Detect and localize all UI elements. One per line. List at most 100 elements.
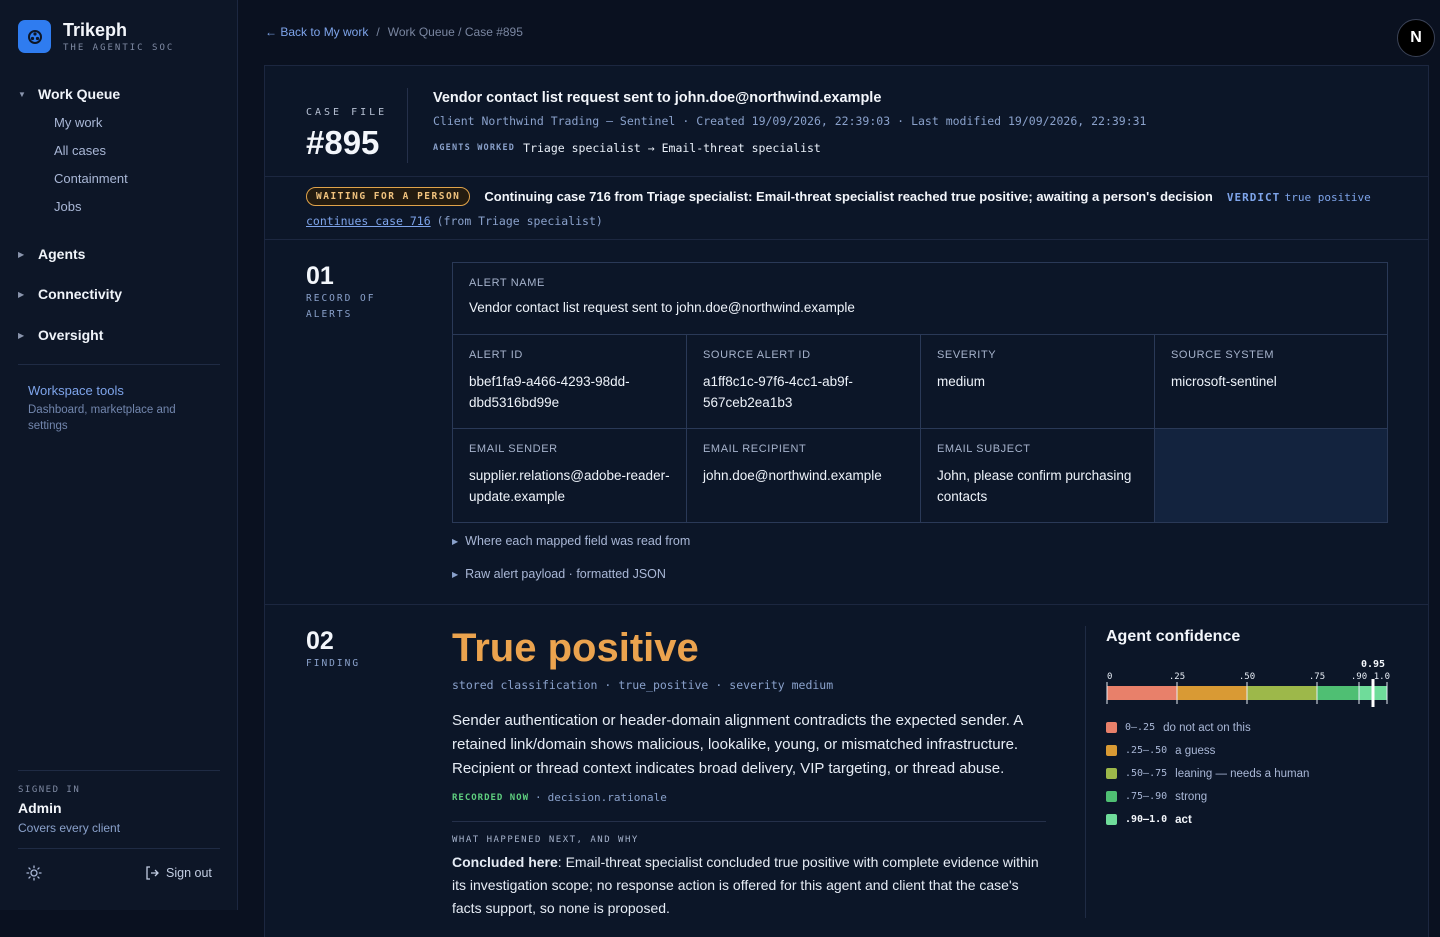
legend-range: .75–.90 xyxy=(1125,791,1168,802)
legend-text: a guess xyxy=(1175,744,1216,757)
case-client: Client Northwind Trading — Sentinel xyxy=(433,114,676,128)
confidence-band-1 xyxy=(1177,686,1247,700)
legend-range: .50–.75 xyxy=(1125,768,1168,779)
status-text: Continuing case 716 from Triage speciali… xyxy=(484,189,1213,204)
user-avatar[interactable]: N xyxy=(1397,19,1435,57)
continues-case-link[interactable]: continues case 716 xyxy=(306,214,431,228)
sidebar-divider xyxy=(18,364,220,365)
gauge-tick-label: 1.0 xyxy=(1374,672,1390,682)
meta-dot: · xyxy=(682,114,690,128)
legend-text: do not act on this xyxy=(1163,721,1251,734)
nav-agents-label: Agents xyxy=(38,246,86,262)
field-label: SOURCE ALERT ID xyxy=(703,349,811,361)
nav-work-queue-header[interactable]: ▼ Work Queue xyxy=(18,84,220,104)
sidebar-item-containment[interactable]: Containment xyxy=(54,165,220,193)
confidence-value-label: 0.95 xyxy=(1361,659,1385,670)
field-label: ALERT NAME xyxy=(469,277,545,289)
confidence-title: Agent confidence xyxy=(1106,628,1241,645)
sign-out-button[interactable]: Sign out xyxy=(144,865,212,881)
sidebar-divider xyxy=(18,770,220,771)
legend-text: leaning — needs a human xyxy=(1175,767,1310,780)
meta-dot: · xyxy=(604,678,612,692)
next-bold: Concluded here xyxy=(452,854,558,870)
signed-in-label: SIGNED IN xyxy=(18,785,81,795)
nav-connectivity-label: Connectivity xyxy=(38,286,123,302)
legend-item: .50–.75 leaning — needs a human xyxy=(1106,762,1309,785)
field-value: John, please confirm purchasing contacts xyxy=(937,468,1132,504)
case-number: #895 xyxy=(306,124,380,161)
section-number: 02 xyxy=(306,627,334,655)
field-label: SOURCE SYSTEM xyxy=(1171,349,1275,361)
confidence-divider xyxy=(1085,626,1086,918)
caret-right-icon: ▶ xyxy=(18,249,25,259)
case-created: Created 19/09/2026, 22:39:03 xyxy=(696,114,891,128)
nav-oversight[interactable]: ▶ Oversight xyxy=(18,325,220,345)
field-label: EMAIL RECIPIENT xyxy=(703,443,807,455)
legend-range: .90–1.0 xyxy=(1125,814,1168,825)
field-value: bbef1fa9-a466-4293-98dd-dbd5316bd99e xyxy=(469,374,630,410)
confidence-gauge: 0 .25 .50 .75 .90 1.0 0.95 xyxy=(1106,659,1390,707)
meta-dot: · xyxy=(535,791,542,804)
workspace-tools-desc: Dashboard, marketplace and settings xyxy=(28,404,176,432)
field-value: microsoft-sentinel xyxy=(1171,374,1277,389)
agents-worked-value: Triage specialist → Email-threat special… xyxy=(523,141,821,155)
status-badge: WAITING FOR A PERSON xyxy=(306,187,471,206)
caret-down-icon: ▼ xyxy=(18,89,26,99)
next-text: Concluded here: Email-threat specialist … xyxy=(452,851,1048,920)
field-source-system: SOURCE SYSTEM microsoft-sentinel xyxy=(1155,335,1387,429)
finding-title: True positive xyxy=(452,626,699,670)
alert-name-value: Vendor contact list request sent to john… xyxy=(469,300,855,315)
legend-range: .25–.50 xyxy=(1125,745,1168,756)
legend-swatch xyxy=(1106,722,1117,733)
nav-agents[interactable]: ▶ Agents xyxy=(18,244,220,264)
finding-meta-c: severity medium xyxy=(729,678,834,692)
confidence-band-2 xyxy=(1247,686,1317,700)
back-to-my-work-link[interactable]: ← Back to My work xyxy=(265,25,368,39)
legend-swatch xyxy=(1106,768,1117,779)
confidence-band-3 xyxy=(1317,686,1359,700)
nav-connectivity[interactable]: ▶ Connectivity xyxy=(18,284,220,304)
sidebar: Trikeph THE AGENTIC SOC ▼ Work Queue My … xyxy=(0,0,238,910)
confidence-legend: 0–.25 do not act on this .25–.50 a guess .50… xyxy=(1106,716,1309,831)
brand[interactable]: Trikeph THE AGENTIC SOC xyxy=(18,20,174,53)
alert-record-grid: ALERT NAME Vendor contact list request s… xyxy=(452,262,1388,523)
sidebar-item-all-cases[interactable]: All cases xyxy=(54,137,220,165)
sign-out-icon xyxy=(146,866,159,880)
recorded-source-field: decision.rationale xyxy=(547,791,667,804)
finding-meta-b: true_positive xyxy=(618,678,709,692)
agents-worked: AGENTS WORKED Triage specialist → Email-… xyxy=(433,141,821,155)
case-modified: Last modified 19/09/2026, 22:39:31 xyxy=(911,114,1147,128)
signed-in-scope: Covers every client xyxy=(18,821,121,835)
recorded-source: RECORDED NOW · decision.rationale xyxy=(452,791,667,804)
field-label: ALERT ID xyxy=(469,349,523,361)
caret-right-icon: ▶ xyxy=(18,330,25,340)
legend-item: .90–1.0 act xyxy=(1106,808,1309,831)
legend-item: 0–.25 do not act on this xyxy=(1106,716,1309,739)
field-sources-disclosure[interactable]: ▶ Where each mapped field was read from xyxy=(452,534,690,548)
disclosure-label: Raw alert payload · formatted JSON xyxy=(465,567,666,581)
theme-toggle-sun-icon[interactable] xyxy=(26,865,42,881)
finding-meta-a: stored classification xyxy=(452,678,598,692)
gauge-tick-label: 0 xyxy=(1107,672,1112,682)
field-value: a1ff8c1c-97f6-4cc1-ab9f-567ceb2ea1b3 xyxy=(703,374,853,410)
triangle-right-icon: ▶ xyxy=(452,569,459,579)
field-alert-id: ALERT ID bbef1fa9-a466-4293-98dd-dbd5316… xyxy=(453,335,687,429)
field-severity: SEVERITY medium xyxy=(921,335,1155,429)
field-value: supplier.relations@adobe-reader-update.e… xyxy=(469,468,670,504)
brand-name: Trikeph xyxy=(63,20,128,40)
triangle-right-icon: ▶ xyxy=(452,536,459,546)
legend-swatch xyxy=(1106,791,1117,802)
legend-item: .25–.50 a guess xyxy=(1106,739,1309,762)
empty-cell xyxy=(1155,429,1387,522)
breadcrumb: ← Back to My work / Work Queue / Case #8… xyxy=(265,25,523,39)
sidebar-item-jobs[interactable]: Jobs xyxy=(54,193,220,221)
sidebar-item-my-work[interactable]: My work xyxy=(54,109,220,137)
workspace-tools-link[interactable]: Workspace tools xyxy=(28,383,124,398)
signed-in-user: Admin xyxy=(18,800,62,816)
verdict: VERDICT true positive xyxy=(1227,188,1371,206)
field-value: john.doe@northwind.example xyxy=(703,468,882,483)
recorded-tag: RECORDED NOW xyxy=(452,792,530,803)
legend-range: 0–.25 xyxy=(1125,722,1156,733)
raw-payload-disclosure[interactable]: ▶ Raw alert payload · formatted JSON xyxy=(452,567,666,581)
nav-oversight-label: Oversight xyxy=(38,327,104,343)
